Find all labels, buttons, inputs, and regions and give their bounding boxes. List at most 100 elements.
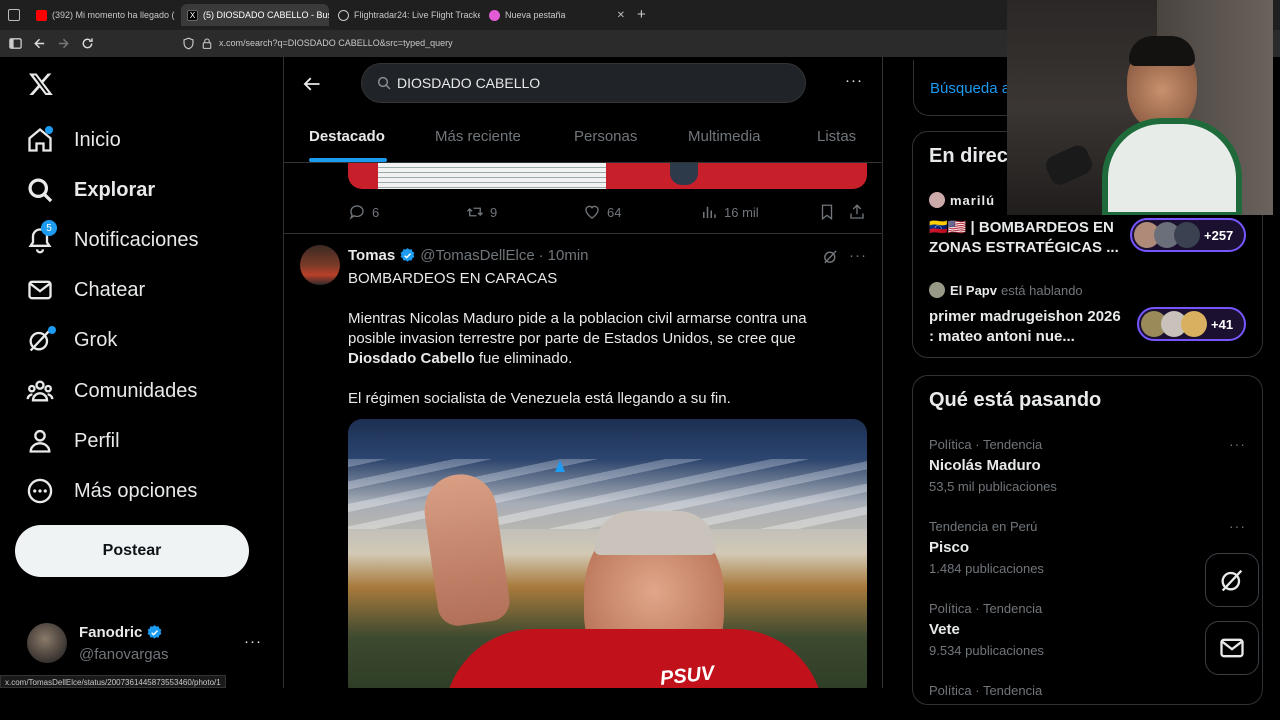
browser-tab-new[interactable]: Nueva pestaña ✕: [483, 4, 631, 26]
forward-arrow-icon[interactable]: [56, 36, 71, 51]
like-count: 64: [607, 204, 622, 220]
mail-icon: [26, 276, 54, 304]
webcam-person-hair: [1129, 36, 1195, 66]
tab-destacado[interactable]: Destacado: [309, 128, 385, 145]
space-listeners-pill[interactable]: +41: [1137, 307, 1246, 341]
nav-notificaciones[interactable]: 5 Notificaciones: [26, 220, 199, 258]
nav-mas-opciones[interactable]: Más opciones: [26, 473, 197, 509]
trend-post-count: 53,5 mil publicaciones: [929, 479, 1057, 494]
trend-more-icon[interactable]: ···: [1229, 436, 1246, 452]
tab-multimedia[interactable]: Multimedia: [688, 128, 761, 145]
listener-avatar: [1174, 222, 1200, 248]
browser-tab-youtube[interactable]: (392) Mi momento ha llegado ( ✕: [30, 4, 178, 26]
post-time[interactable]: 10min: [548, 247, 589, 264]
x-logo-icon[interactable]: [28, 71, 54, 97]
separator-dot: ·: [538, 247, 544, 264]
space-host-status: está hablando: [1000, 282, 1083, 298]
repost-button[interactable]: 9: [466, 203, 497, 221]
search-more-icon[interactable]: ···: [845, 72, 863, 89]
grok-explain-icon[interactable]: [822, 248, 839, 265]
trend-item[interactable]: Política · Tendencia Nicolás Maduro 53,5…: [913, 431, 1262, 511]
space-title[interactable]: 🇻🇪🇺🇸 | BOMBARDEOS EN ZONAS ESTRATÉGICAS …: [929, 218, 1129, 258]
shield-icon[interactable]: [182, 37, 195, 50]
close-tab-icon[interactable]: ✕: [175, 10, 178, 21]
post-author-name[interactable]: Tomas: [348, 247, 395, 264]
post-bold-name: Diosdado Cabello: [348, 350, 475, 367]
search-query: DIOSDADO CABELLO: [397, 75, 541, 91]
post-author-handle[interactable]: @TomasDellElce: [420, 247, 534, 264]
post-text: BOMBARDEOS EN CARACAS Mientras Nicolas M…: [348, 269, 848, 409]
x-favicon-icon: X: [187, 9, 198, 21]
reload-icon[interactable]: [80, 36, 95, 51]
nav-label: Notificaciones: [74, 228, 199, 251]
new-tab-plus-icon[interactable]: +: [637, 6, 646, 23]
mouse-cursor-icon: [555, 460, 565, 472]
reply-button[interactable]: 6: [348, 203, 379, 221]
url-field[interactable]: x.com/search?q=DIOSDADO CABELLO&src=type…: [219, 38, 453, 48]
tab-actions-icon[interactable]: [8, 9, 20, 21]
tab-listas[interactable]: Listas: [817, 128, 856, 145]
messages-floating-button[interactable]: [1205, 621, 1259, 675]
post-text-line1: BOMBARDEOS EN CARACAS: [348, 270, 558, 287]
nav-label: Comunidades: [74, 379, 198, 402]
nav-label: Chatear: [74, 278, 146, 301]
trend-more-icon[interactable]: ···: [1229, 518, 1246, 534]
main-column: DIOSDADO CABELLO ··· Destacado Más recie…: [283, 57, 883, 688]
nav-explorar[interactable]: Explorar: [26, 172, 155, 208]
close-tab-icon[interactable]: ✕: [611, 10, 625, 21]
trend-name: Nicolás Maduro: [929, 457, 1041, 474]
search-icon: [377, 76, 391, 90]
verified-badge-icon: [147, 625, 162, 639]
photo-red-shirt: [444, 629, 824, 688]
trend-category: Política · Tendencia: [929, 437, 1043, 452]
lock-icon[interactable]: [201, 37, 213, 50]
browser-tab-flightradar[interactable]: Flightradar24: Live Flight Tracke ✕: [332, 4, 480, 26]
nav-chatear[interactable]: Chatear: [26, 272, 145, 308]
globe-favicon-icon: [338, 9, 349, 21]
more-circle-icon: [26, 477, 54, 505]
tab-personas[interactable]: Personas: [574, 128, 637, 145]
trend-item[interactable]: Política · Tendencia: [913, 677, 1262, 704]
bookmark-icon[interactable]: [818, 203, 836, 221]
tab-title: (5) DIOSDADO CABELLO - Busc: [203, 10, 329, 20]
back-arrow-icon[interactable]: [302, 74, 322, 94]
person-icon: [26, 427, 54, 455]
grok-floating-button[interactable]: [1205, 553, 1259, 607]
mail-icon: [1220, 638, 1244, 658]
sidebar-toggle-icon[interactable]: [8, 36, 23, 51]
account-switcher[interactable]: Fanodric @fanovargas ···: [15, 615, 270, 675]
grok-icon: [1221, 569, 1243, 592]
nav-grok[interactable]: Grok: [26, 322, 117, 358]
account-more-icon[interactable]: ···: [244, 633, 262, 650]
space-title[interactable]: primer madrugeishon 2026 : mateo antoni …: [929, 307, 1129, 347]
document-image: [378, 163, 606, 189]
nav-inicio[interactable]: Inicio: [26, 122, 121, 158]
views-button[interactable]: 16 mil: [700, 203, 759, 221]
trend-post-count: 1.484 publicaciones: [929, 561, 1044, 576]
live-spaces-title: En direc: [929, 145, 1008, 167]
views-icon: [703, 206, 716, 218]
post-photo[interactable]: PSUV: [348, 419, 867, 688]
webcam-microphone: [1042, 142, 1096, 188]
previous-post-media[interactable]: [348, 163, 867, 189]
nav-label: Inicio: [74, 128, 121, 151]
account-handle: @fanovargas: [79, 646, 169, 663]
search-input[interactable]: DIOSDADO CABELLO: [361, 63, 806, 103]
post-button[interactable]: Postear: [15, 525, 249, 577]
browser-tab-x[interactable]: X (5) DIOSDADO CABELLO - Busc ✕: [181, 4, 329, 26]
nav-comunidades[interactable]: Comunidades: [26, 373, 197, 409]
post-avatar[interactable]: [300, 245, 340, 285]
space-host-avatar: [929, 282, 945, 298]
reply-icon: [349, 205, 364, 220]
like-button[interactable]: 64: [583, 203, 621, 221]
reply-count: 6: [372, 204, 380, 220]
post-more-icon[interactable]: ···: [849, 247, 867, 264]
trend-category: Política · Tendencia: [929, 601, 1043, 616]
nav-perfil[interactable]: Perfil: [26, 423, 120, 459]
tab-mas-reciente[interactable]: Más reciente: [435, 128, 521, 145]
space-listeners-pill[interactable]: +257: [1130, 218, 1246, 252]
notification-badge: 5: [41, 220, 57, 236]
back-arrow-icon[interactable]: [32, 36, 47, 51]
share-icon[interactable]: [848, 203, 866, 221]
listener-avatar: [1181, 311, 1207, 337]
